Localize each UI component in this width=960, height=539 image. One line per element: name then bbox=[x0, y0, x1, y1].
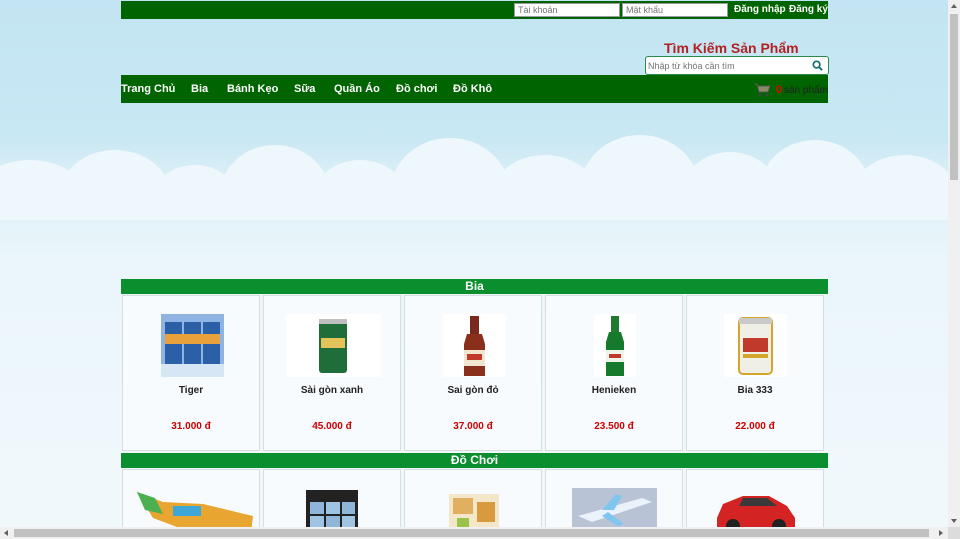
section-beer: Bia bbox=[121, 279, 828, 294]
product-name[interactable]: Sài gòn xanh bbox=[264, 385, 400, 396]
product-card[interactable]: Sai gòn đỏ 37.000 đ bbox=[404, 295, 542, 451]
nav-item-clothes[interactable]: Quần Áo bbox=[334, 83, 380, 95]
nav-item-candy[interactable]: Bánh Kẹo bbox=[227, 83, 278, 95]
cloud-background bbox=[0, 130, 948, 220]
product-card[interactable] bbox=[545, 469, 683, 527]
product-image-heineken[interactable] bbox=[594, 314, 636, 377]
product-card[interactable]: Sài gòn xanh 45.000 đ bbox=[263, 295, 401, 451]
cart-icon bbox=[754, 83, 771, 97]
search-box bbox=[645, 56, 829, 75]
product-name[interactable]: Sai gòn đỏ bbox=[405, 385, 541, 396]
product-price: 23.500 đ bbox=[594, 421, 634, 432]
product-image-saigon-red[interactable] bbox=[443, 314, 506, 377]
nav-item-milk[interactable]: Sữa bbox=[294, 83, 315, 95]
nav-item-dry-food[interactable]: Đồ Khô bbox=[453, 83, 492, 95]
product-name[interactable]: Bia 333 bbox=[687, 385, 823, 396]
horizontal-scroll-thumb[interactable] bbox=[14, 529, 929, 537]
nav-item-home[interactable]: Trang Chủ bbox=[121, 83, 175, 95]
product-image-toy-plane[interactable] bbox=[572, 488, 657, 527]
product-card[interactable]: Henieken 23.500 đ bbox=[545, 295, 683, 451]
search-title: Tìm Kiếm Sản Phẩm bbox=[664, 40, 799, 56]
cart-count: 0 bbox=[776, 84, 783, 96]
password-input[interactable] bbox=[622, 3, 728, 17]
main-navbar: Trang Chủ Bia Bánh Kẹo Sữa Quần Áo Đồ ch… bbox=[121, 75, 828, 103]
product-name[interactable]: Tiger bbox=[123, 385, 259, 396]
product-card[interactable]: Tiger 31.000 đ bbox=[122, 295, 260, 451]
search-input[interactable] bbox=[648, 58, 808, 73]
product-price: 37.000 đ bbox=[453, 421, 493, 432]
vertical-scroll-thumb[interactable] bbox=[950, 14, 958, 180]
scroll-left-arrow-icon[interactable] bbox=[4, 530, 8, 536]
section-toys: Đồ Chơi bbox=[121, 453, 828, 468]
product-image-saigon-green[interactable] bbox=[286, 314, 381, 377]
product-price: 22.000 đ bbox=[735, 421, 775, 432]
vertical-scrollbar[interactable] bbox=[948, 0, 960, 527]
scrollbar-corner bbox=[948, 527, 960, 539]
username-input[interactable] bbox=[514, 3, 620, 17]
scroll-up-arrow-icon[interactable] bbox=[951, 4, 957, 8]
product-price: 31.000 đ bbox=[171, 421, 211, 432]
product-image-rubik-cube[interactable] bbox=[302, 488, 362, 527]
product-image-bia-333[interactable] bbox=[724, 314, 787, 377]
register-link[interactable]: Đăng ký bbox=[789, 4, 828, 15]
product-card[interactable] bbox=[122, 469, 260, 527]
cart-label: sản phẩm bbox=[784, 85, 828, 96]
scroll-right-arrow-icon[interactable] bbox=[939, 530, 943, 536]
nav-item-beer[interactable]: Bia bbox=[191, 83, 208, 95]
product-image-toy-car[interactable] bbox=[713, 488, 799, 527]
search-icon[interactable] bbox=[812, 60, 823, 71]
section-title: Bia bbox=[121, 279, 828, 294]
login-link[interactable]: Đăng nhập bbox=[734, 4, 786, 15]
horizontal-scrollbar[interactable] bbox=[0, 527, 948, 539]
product-image-wooden-house[interactable] bbox=[443, 488, 506, 527]
nav-item-toys[interactable]: Đồ chơi bbox=[396, 83, 437, 95]
product-name[interactable]: Henieken bbox=[546, 385, 682, 396]
top-login-bar: Đăng nhập Đăng ký bbox=[121, 1, 828, 19]
section-title: Đồ Chơi bbox=[121, 453, 828, 468]
product-card[interactable] bbox=[404, 469, 542, 527]
product-card[interactable]: Bia 333 22.000 đ bbox=[686, 295, 824, 451]
product-grid-toys bbox=[121, 469, 828, 527]
scroll-down-arrow-icon[interactable] bbox=[951, 519, 957, 523]
product-card[interactable] bbox=[263, 469, 401, 527]
product-image-water-gun[interactable] bbox=[133, 488, 258, 527]
product-card[interactable] bbox=[686, 469, 824, 527]
product-image-tiger[interactable] bbox=[161, 314, 224, 377]
product-grid-beer: Tiger 31.000 đ Sài gòn xanh 45.000 đ Sai… bbox=[121, 295, 828, 451]
product-price: 45.000 đ bbox=[312, 421, 352, 432]
